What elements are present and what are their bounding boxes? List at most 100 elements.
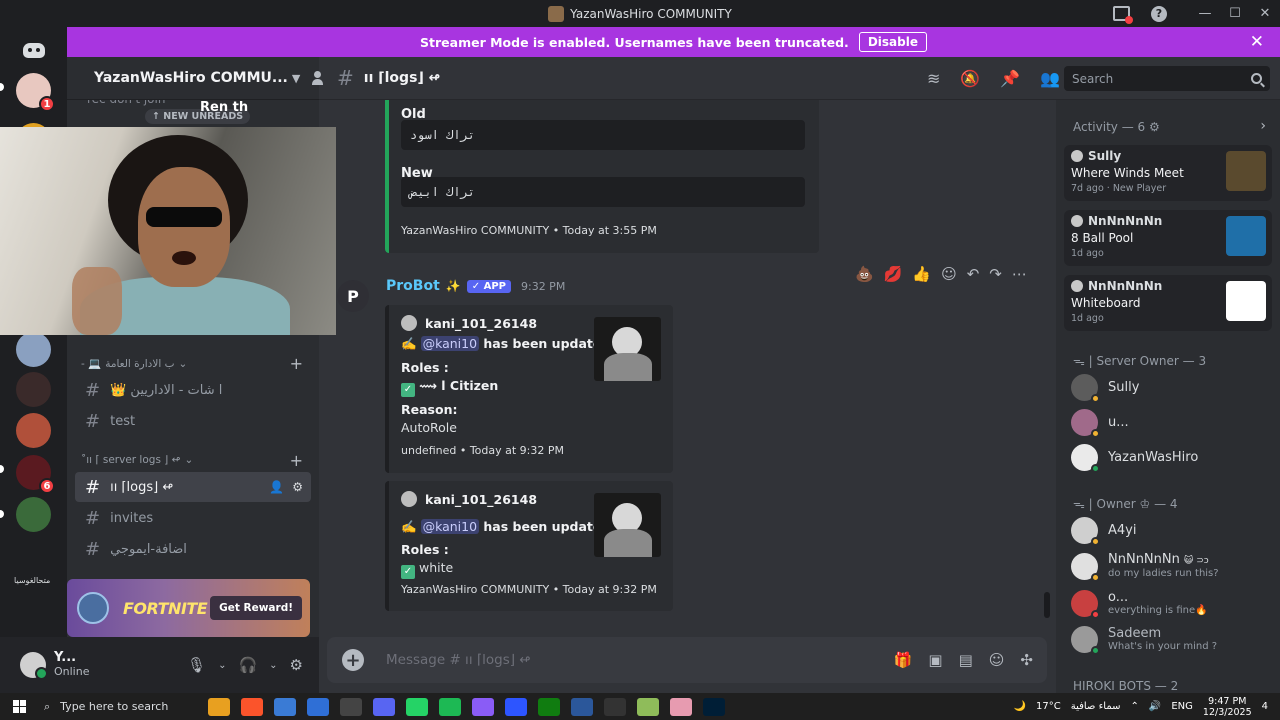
reaction-button[interactable]: 💩 [855,265,874,283]
headphones-icon[interactable]: 🎧 [238,656,257,674]
channel-item[interactable]: # اضافة-ايموجي [75,534,311,564]
activity-card[interactable]: Sully Where Winds Meet 7d ago · New Play… [1064,145,1272,201]
member-item[interactable]: Sadeem What's in your mind ? [1071,626,1217,655]
app-icon[interactable] [604,697,626,716]
promo-banner[interactable]: FORTNITE Get Reward! [67,579,310,637]
app-icon[interactable] [637,697,659,716]
weather-temp[interactable]: 17°C [1036,701,1061,712]
maximize-button[interactable]: ☐ [1220,0,1250,27]
emoji-icon[interactable]: ☺ [989,651,1005,669]
discord-taskbar-icon[interactable] [373,697,395,716]
message-input[interactable]: Message # ıı ⌈logs⌋ ↫ [386,652,531,668]
add-reaction-icon[interactable]: ☺ [941,265,957,283]
clock[interactable]: 9:47 PM 12/3/2025 [1203,696,1252,718]
member-item[interactable]: YazanWasHiro [1071,444,1198,473]
user-mention[interactable]: @kani10 [420,336,480,351]
server-avatar[interactable]: 6 [16,455,55,494]
activity-card[interactable]: NnNnNnNn Whiteboard 1d ago [1064,275,1272,331]
activity-card[interactable]: NnNnNnNn 8 Ball Pool 1d ago [1064,210,1272,266]
apps-icon[interactable]: ✣ [1020,651,1033,669]
whatsapp-icon[interactable] [406,697,428,716]
server-avatar[interactable]: 1 [16,73,55,112]
fresco-icon[interactable] [703,697,725,716]
member-list-icon[interactable]: 👥 [1040,69,1060,88]
create-channel-icon[interactable]: + [290,354,303,373]
user-mention[interactable]: @kani10 [420,519,480,534]
member-item[interactable]: A4yi [1071,517,1136,546]
more-options-icon[interactable]: ⋯ [1012,265,1027,283]
inbox-button[interactable] [1106,0,1136,27]
edge-icon[interactable] [307,697,329,716]
app-icon[interactable] [505,697,527,716]
gear-icon[interactable]: ⚙ [290,656,303,674]
server-avatar[interactable] [16,372,51,407]
store-icon[interactable] [274,697,296,716]
reaction-button[interactable]: 💋 [884,265,903,283]
category-header[interactable]: - 💻 ب الادارة العامة ⌄ [81,357,187,371]
minimize-button[interactable]: — [1190,0,1220,27]
pin-icon[interactable]: 📌 [1000,69,1020,88]
embed-thumbnail[interactable] [594,493,661,557]
server-label[interactable]: متحالغوسيا [14,576,50,585]
volume-icon[interactable]: 🔊 [1149,701,1161,712]
create-channel-icon[interactable]: + [290,451,303,470]
forward-icon[interactable]: ↷ [989,265,1002,283]
language-indicator[interactable]: ENG [1171,701,1193,712]
network-icon[interactable]: ⌃ [1131,701,1139,712]
notification-count[interactable]: 4 [1262,701,1268,712]
attach-plus-icon[interactable]: + [342,649,364,671]
channel-item[interactable]: # 👑 ا شات - الاداريين [75,375,311,405]
avatar[interactable] [20,652,48,680]
invite-icon[interactable]: 👤 [269,480,284,494]
explorer-icon[interactable] [208,697,230,716]
close-window-button[interactable]: ✕ [1250,0,1280,27]
channel-item[interactable]: # invites [75,503,311,533]
steam-icon[interactable] [340,697,362,716]
search-input[interactable]: Search [1064,66,1270,91]
brave-icon[interactable] [241,697,263,716]
avatar[interactable]: P [337,280,369,312]
server-avatar[interactable] [16,497,51,532]
get-reward-button[interactable]: Get Reward! [210,596,302,620]
member-item[interactable]: NnNnNnNn 😺 ⊃ɔ do my ladies run this? [1071,553,1219,582]
embed-thumbnail[interactable] [594,317,661,381]
gif-icon[interactable]: ▣ [928,651,942,669]
category-header[interactable]: ˚ıı ⌈ server logs ⌋ ↫ ⌄ [81,454,193,466]
channel-item-active[interactable]: # ıı ⌈logs⌋ ↫ 👤 ⚙ [75,472,311,502]
gear-icon[interactable]: ⚙ [292,480,303,494]
close-banner-icon[interactable]: ✕ [1250,32,1264,52]
threads-icon[interactable]: ≋ [927,69,940,88]
disable-streamer-button[interactable]: Disable [858,32,927,52]
member-item[interactable]: o... everything is fine🔥 [1071,590,1208,619]
start-button[interactable] [0,700,38,713]
reply-icon[interactable]: ↶ [967,265,980,283]
chevron-down-icon[interactable]: ⌄ [269,660,277,671]
server-avatar[interactable] [16,413,51,448]
channel-item[interactable]: # test [75,406,311,436]
app-icon[interactable] [472,697,494,716]
xbox-icon[interactable] [538,697,560,716]
user-info[interactable]: Y... Online [54,651,89,679]
channel-title: ıı ⌈logs⌋ ↫ [363,70,441,86]
help-button[interactable]: ? [1144,0,1174,27]
reaction-button[interactable]: 👍 [912,265,931,283]
message-composer[interactable]: + Message # ıı ⌈logs⌋ ↫ 🎁 ▣ ▤ ☺ ✣ [327,637,1047,683]
taskbar-search[interactable]: ⌕ Type here to search [38,693,178,720]
member-item[interactable]: Sully [1071,374,1139,403]
notifications-icon[interactable]: 🔕 [960,69,980,88]
spotify-icon[interactable] [439,697,461,716]
chevron-down-icon[interactable]: ⌄ [218,660,226,671]
guild-header[interactable]: YazanWasHiro COMMU... ▼ [67,57,324,100]
server-avatar[interactable] [16,332,51,367]
member-item[interactable]: u... [1071,409,1129,438]
chevron-right-icon[interactable]: › [1260,118,1266,134]
home-button[interactable] [16,33,51,68]
sticker-icon[interactable]: ▤ [959,651,973,669]
category-label: ˚ıı ⌈ server logs ⌋ ↫ [81,454,181,466]
word-icon[interactable] [571,697,593,716]
scrollbar[interactable] [1044,592,1050,618]
microphone-icon[interactable]: 🎙 [187,656,206,674]
app-icon[interactable] [670,697,692,716]
gift-icon[interactable]: 🎁 [894,651,913,669]
author-name[interactable]: ProBot [386,278,440,294]
